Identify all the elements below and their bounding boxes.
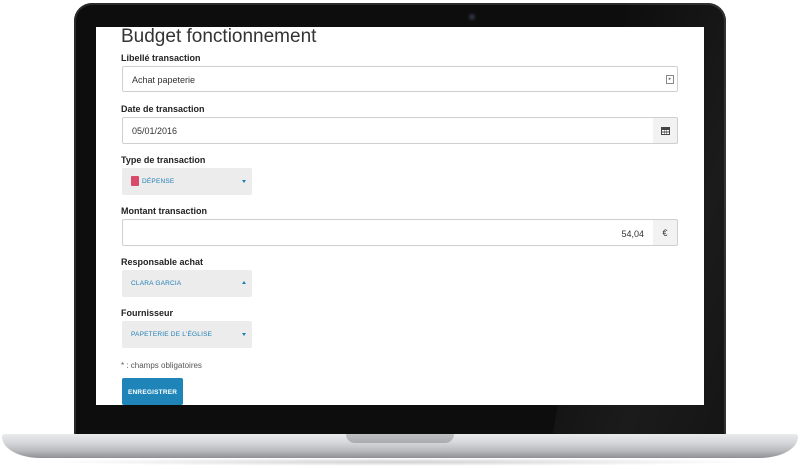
date-value: 05/01/2016: [132, 126, 178, 136]
type-label: Type de transaction: [121, 155, 206, 165]
date-input[interactable]: 05/01/2016: [122, 117, 654, 144]
chevron-up-icon: [242, 281, 246, 284]
responsable-value: CLARA GARCIA: [131, 280, 182, 287]
responsable-label: Responsable achat: [121, 257, 204, 267]
fournisseur-label: Fournisseur: [121, 308, 174, 318]
currency-addon: €: [653, 219, 678, 246]
fournisseur-select[interactable]: PAPETERIE DE L'ÉGLISE: [122, 321, 252, 348]
laptop-shadow: [40, 458, 760, 466]
chevron-down-icon: [242, 180, 246, 183]
app-screen: Budget fonctionnement Libellé transactio…: [96, 27, 704, 405]
page-title: Budget fonctionnement: [121, 27, 317, 47]
expense-color-swatch: [131, 176, 139, 186]
text-field-icon: ▸: [666, 75, 674, 84]
calendar-icon: [661, 127, 670, 135]
type-value: DÉPENSE: [142, 178, 175, 185]
date-label: Date de transaction: [121, 104, 205, 114]
libelle-input[interactable]: Achat papeterie ▸: [122, 66, 678, 92]
libelle-value: Achat papeterie: [132, 75, 196, 85]
libelle-label: Libellé transaction: [121, 53, 201, 63]
required-fields-note: * : champs obligatoires: [121, 361, 202, 370]
montant-label: Montant transaction: [121, 206, 208, 216]
webcam-icon: [468, 13, 476, 21]
fournisseur-value: PAPETERIE DE L'ÉGLISE: [131, 331, 213, 338]
montant-value: 54,04: [621, 229, 644, 239]
type-select[interactable]: DÉPENSE: [122, 168, 252, 195]
montant-input-group: 54,04 €: [122, 219, 678, 246]
date-picker-button[interactable]: [653, 117, 678, 144]
save-button[interactable]: ENREGISTRER: [122, 378, 183, 405]
montant-input[interactable]: 54,04: [122, 219, 654, 246]
date-input-group: 05/01/2016: [122, 117, 678, 144]
laptop-opening-notch: [346, 434, 454, 443]
chevron-down-icon: [242, 333, 246, 336]
responsable-select[interactable]: CLARA GARCIA: [122, 270, 252, 297]
